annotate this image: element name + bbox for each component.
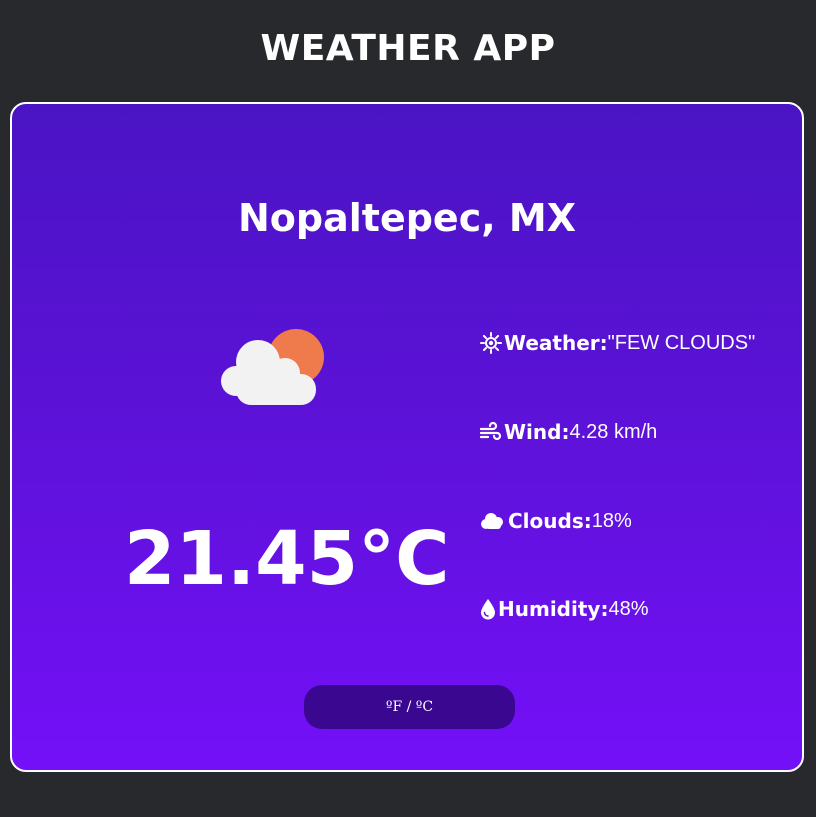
detail-weather: Weather: "FEW CLOUDS": [480, 328, 755, 358]
weather-label: Weather:: [504, 331, 608, 355]
clouds-value: 18%: [591, 509, 632, 532]
weather-value: "FEW CLOUDS": [607, 331, 756, 354]
droplet-icon: [480, 598, 496, 620]
city-name: Nopaltepec, MX: [238, 196, 576, 240]
detail-wind: Wind: 4.28 km/h: [480, 417, 657, 447]
wind-icon: [480, 421, 502, 443]
wind-label: Wind:: [504, 420, 570, 444]
temperature-value: 21.45°C: [124, 516, 450, 602]
clouds-label: Clouds:: [508, 509, 592, 533]
wind-value: 4.28 km/h: [569, 420, 658, 443]
cloud-icon: [480, 510, 506, 532]
app-title: WEATHER APP: [260, 28, 556, 69]
detail-clouds: Clouds: 18%: [480, 506, 632, 536]
humidity-label: Humidity:: [498, 597, 609, 621]
partly-cloudy-icon: [212, 326, 332, 406]
humidity-value: 48%: [608, 597, 649, 620]
weather-card: Nopaltepec, MX 21.45°C Weather: "FEW CLO…: [10, 102, 804, 772]
detail-humidity: Humidity: 48%: [480, 594, 648, 624]
sun-icon: [480, 332, 502, 354]
unit-toggle-button[interactable]: ºF / ºC: [304, 685, 515, 729]
